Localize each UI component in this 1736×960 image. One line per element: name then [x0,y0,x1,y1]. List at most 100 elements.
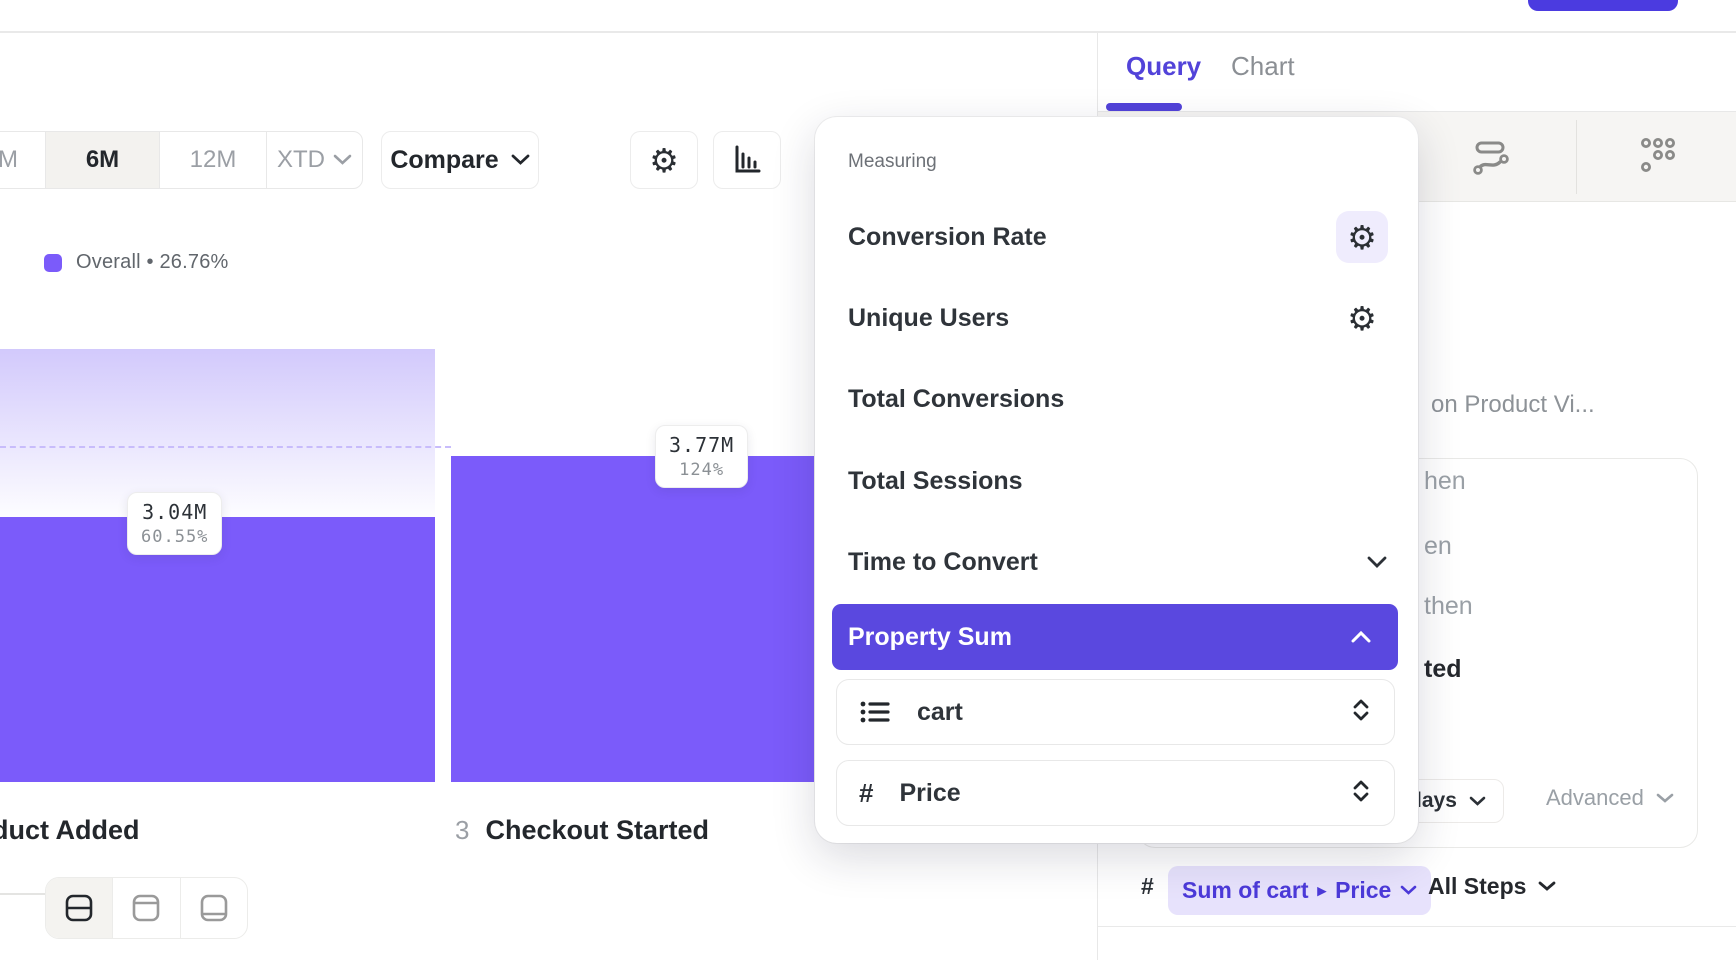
selector-value: cart [917,698,963,727]
chevron-up-icon [1350,630,1372,644]
conversion-window-button[interactable]: lays [1403,779,1504,823]
menu-item-total-conversions[interactable]: Total Conversions [815,373,1418,425]
chart-settings-button[interactable]: ⚙ [630,131,698,189]
expand-control [1366,555,1388,569]
gear-icon: ⚙ [1347,302,1377,335]
layout-top-bar-button[interactable] [112,878,179,938]
up-down-icon [1350,778,1372,804]
gear-icon: ⚙ [649,144,679,177]
layout-bottom-bar-button[interactable] [180,878,247,938]
menu-item-label: Unique Users [848,304,1009,333]
query-card-title-fragment: on Product Vi... [1431,391,1595,419]
menu-item-unique-users[interactable]: Unique Users ⚙ [815,292,1418,344]
time-range-xtd-label: XTD [277,146,325,174]
layout-split-horizontal-button[interactable] [46,878,112,938]
pill-arrow: ▸ [1318,881,1327,901]
chevron-down-icon [1469,796,1486,807]
advanced-dropdown[interactable]: Advanced [1546,785,1674,811]
select-control [1350,697,1372,728]
step-name: Checkout Started [485,815,709,846]
popover-header: Measuring [848,151,937,173]
split-horizontal-icon [64,893,94,923]
step-row-fragment: en [1424,532,1452,561]
step-row-fragment: then [1424,592,1473,621]
toolbar-divider [1576,120,1577,194]
time-range-segmented-control: M 6M 12M XTD [0,131,363,189]
sum-of-cart-price-pill[interactable]: Sum of cart ▸ Price [1168,866,1431,915]
menu-item-label: Conversion Rate [848,223,1047,252]
funnel-bar-checkout-started[interactable] [451,456,821,782]
step-row-fragment: ted [1424,655,1462,684]
selected-item-label: Property Sum [848,623,1012,652]
tab-query[interactable]: Query [1126,51,1201,82]
top-bar [0,0,1736,33]
funnel-value-badge: 3.04M 60.55% [127,492,222,555]
panel-divider [1098,926,1736,927]
property-event-selector[interactable]: cart [836,679,1395,745]
breakdown-row: # Sum of cart ▸ Price All Steps [1098,859,1736,923]
step-number: 3 [455,815,469,846]
all-steps-label: All Steps [1428,873,1526,900]
funnel-bar-dropoff-gradient [0,349,435,517]
legend-value: 26.76% [159,251,228,273]
funnel-value-badge: 3.77M 124% [655,425,748,488]
chart-legend: Overall • 26.76% [44,251,229,274]
badge-value: 3.04M [141,500,208,524]
menu-item-conversion-rate[interactable]: Conversion Rate ⚙ [815,211,1418,263]
funnel-chart-icon [729,142,765,178]
more-apps-button[interactable] [1637,135,1681,179]
unique-users-settings-button[interactable]: ⚙ [1336,292,1388,344]
time-range-12m[interactable]: 12M [159,132,266,188]
layout-toggle-group [45,877,248,939]
collapse-control [1350,630,1372,644]
menu-item-label: Total Conversions [848,385,1064,414]
menu-item-label: Total Sessions [848,467,1023,496]
time-range-m[interactable]: M [0,132,45,188]
legend-label: Overall • 26.76% [76,251,229,274]
selector-value: Price [899,779,960,808]
app-window: M 6M 12M XTD Compare ⚙ [0,0,1736,960]
tab-chart[interactable]: Chart [1231,51,1295,82]
bottom-bar-layout-icon [199,893,229,923]
chevron-down-icon [1400,885,1417,896]
badge-percent: 124% [669,460,734,480]
conversion-rate-settings-button[interactable]: ⚙ [1336,211,1388,263]
menu-item-time-to-convert[interactable]: Time to Convert [815,536,1418,588]
menu-item-total-sessions[interactable]: Total Sessions [815,455,1418,507]
numeric-property-icon: # [1141,873,1154,900]
funnel-reference-dashed-line [0,446,451,448]
legend-series: Overall [76,251,141,273]
menu-item-property-sum-selected[interactable]: Property Sum [832,604,1398,670]
funnel-bar-product-added[interactable] [0,517,435,782]
top-bar-layout-icon [131,893,161,923]
legend-swatch [44,254,62,272]
conversion-window-label: lays [1416,789,1457,813]
badge-percent: 60.55% [141,527,208,547]
compare-label: Compare [390,146,498,175]
time-range-6m[interactable]: 6M [45,132,159,188]
chevron-down-icon [511,154,530,166]
numeric-property-selector[interactable]: # Price [836,760,1395,826]
all-steps-dropdown[interactable]: All Steps [1428,873,1556,900]
chevron-down-icon [1656,793,1674,804]
grid-dots-icon [1637,135,1681,179]
chart-type-button[interactable] [713,131,781,189]
flows-button[interactable] [1471,135,1515,179]
chart-baseline [0,893,45,895]
chevron-down-icon [1538,881,1556,892]
list-icon [859,696,891,728]
pill-property-label: Price [1335,877,1391,904]
menu-item-label: Time to Convert [848,548,1038,577]
time-range-xtd[interactable]: XTD [266,132,362,188]
compare-button[interactable]: Compare [381,131,539,189]
chevron-down-icon [1366,555,1388,569]
measuring-popover: Measuring Conversion Rate ⚙ Unique Users… [815,117,1418,843]
primary-action-button[interactable] [1528,0,1678,11]
step-label-product-added: duct Added [0,815,140,846]
active-tab-underline [1106,103,1182,111]
step-label-checkout-started: 3 Checkout Started [455,815,709,846]
flows-icon [1471,135,1515,179]
advanced-label: Advanced [1546,785,1644,811]
pill-event-label: Sum of cart [1182,877,1309,904]
badge-value: 3.77M [669,433,734,457]
